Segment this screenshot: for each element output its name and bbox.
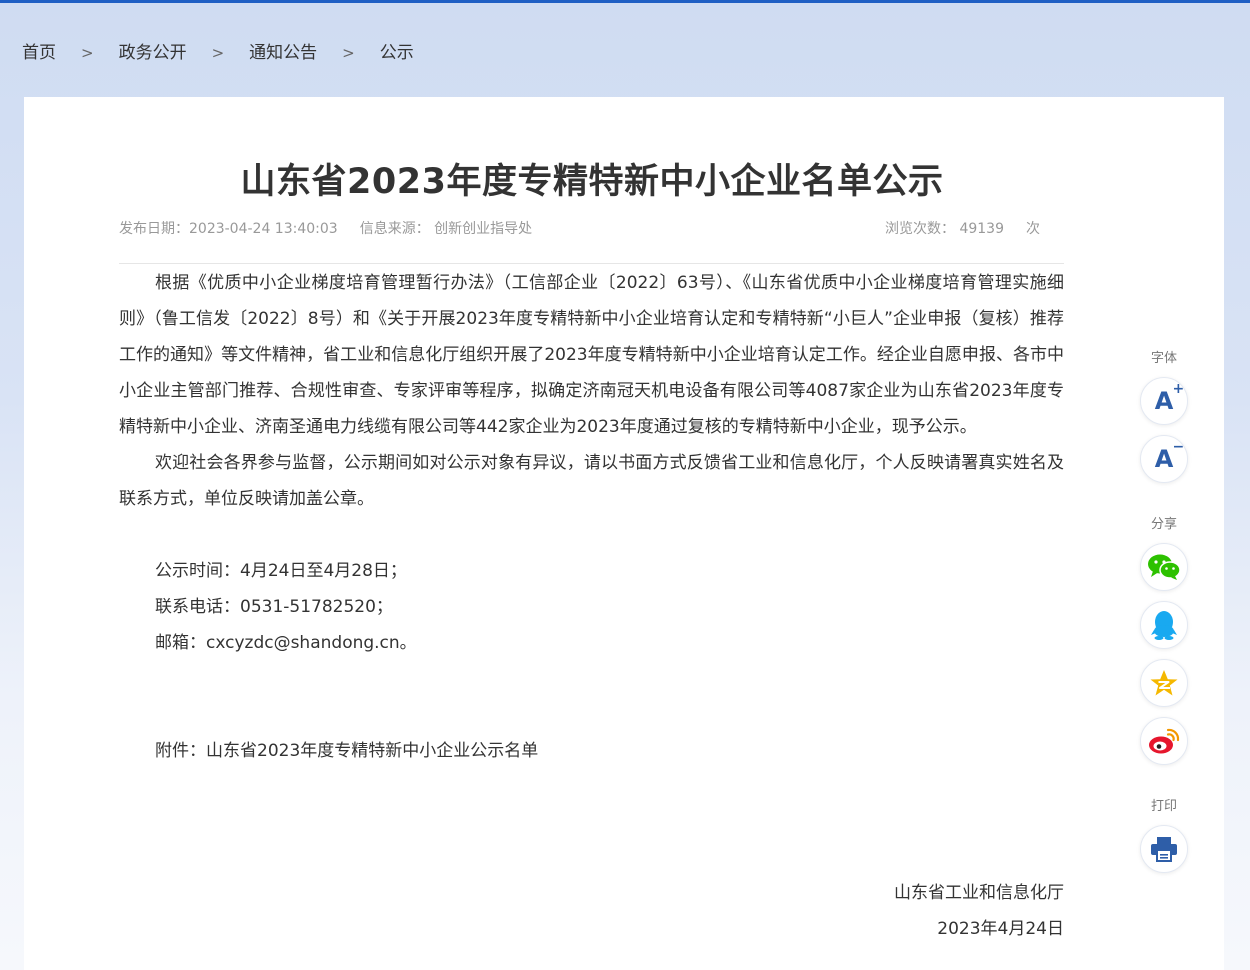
body-paragraph: 根据《优质中小企业梯度培育管理暂行办法》（工信部企业〔2022〕63号）、《山东… — [119, 273, 1064, 437]
breadcrumb: 首页 > 政务公开 > 通知公告 > 公示 — [22, 38, 414, 63]
article-body: 根据《优质中小企业梯度培育管理暂行办法》（工信部企业〔2022〕63号）、《山东… — [119, 265, 1064, 769]
notice-time: 公示时间：4月24日至4月28日； — [155, 561, 407, 581]
article-meta: 发布日期：2023-04-24 13:40:03 信息来源： 创新创业指导处 浏览… — [119, 218, 1064, 240]
breadcrumb-separator: > — [211, 44, 225, 62]
breadcrumb-government-affairs[interactable]: 政务公开 — [119, 43, 187, 63]
breadcrumb-notices[interactable]: 通知公告 — [249, 43, 317, 63]
source: 创新创业指导处 — [434, 221, 533, 237]
attachment-link[interactable]: 山东省2023年度专精特新中小企业公示名单 — [206, 741, 538, 761]
breadcrumb-publicity[interactable]: 公示 — [380, 43, 414, 63]
view-count: 49139 — [959, 221, 1004, 237]
qq-icon — [1151, 611, 1177, 640]
share-label: 分享 — [1150, 517, 1177, 532]
attachment-label: 附件： — [155, 741, 206, 761]
publish-date-label: 发布日期： — [119, 221, 189, 237]
views-label: 浏览次数： — [885, 221, 955, 237]
sign-organization: 山东省工业和信息化厅 — [894, 883, 1064, 903]
views-unit: 次 — [1026, 221, 1040, 237]
breadcrumb-separator: > — [342, 44, 355, 62]
font-increase-button[interactable]: A + — [1140, 377, 1188, 425]
body-paragraph: 欢迎社会各界参与监督，公示期间如对公示对象有异议，请以书面方式反馈省工业和信息化… — [119, 453, 1064, 509]
sign-date: 2023年4月24日 — [937, 919, 1064, 939]
print-label: 打印 — [1150, 799, 1177, 814]
top-accent-bar — [0, 0, 1250, 3]
font-increase-icon: A + — [1154, 381, 1185, 415]
printer-icon — [1151, 837, 1177, 862]
wechat-icon — [1148, 554, 1181, 580]
share-weibo-button[interactable] — [1140, 717, 1188, 765]
contact-phone: 联系电话：0531-51782520； — [155, 597, 393, 617]
source-label: 信息来源： — [359, 221, 430, 237]
signature-block: 山东省工业和信息化厅 2023年4月24日 — [894, 875, 1064, 947]
attachment-line: 附件：山东省2023年度专精特新中小企业公示名单 — [119, 733, 1064, 769]
font-decrease-button[interactable]: A − — [1140, 435, 1188, 483]
share-wechat-button[interactable] — [1140, 543, 1188, 591]
share-qzone-button[interactable] — [1140, 659, 1188, 707]
breadcrumb-separator: > — [81, 44, 94, 62]
font-label: 字体 — [1150, 351, 1177, 366]
breadcrumb-home[interactable]: 首页 — [22, 43, 56, 63]
article-panel: 山东省2023年度专精特新中小企业名单公示 发布日期：2023-04-24 13… — [24, 97, 1224, 970]
article-title: 山东省2023年度专精特新中小企业名单公示 — [240, 162, 944, 202]
font-decrease-icon: A − — [1154, 439, 1185, 473]
qzone-icon — [1150, 670, 1178, 696]
meta-divider — [119, 263, 1064, 264]
print-button[interactable] — [1140, 825, 1188, 873]
weibo-icon — [1149, 728, 1180, 754]
share-qq-button[interactable] — [1140, 601, 1188, 649]
contact-email: 邮箱：cxcyzdc@shandong.cn。 — [155, 633, 417, 653]
publish-date: 2023-04-24 13:40:03 — [189, 221, 338, 237]
